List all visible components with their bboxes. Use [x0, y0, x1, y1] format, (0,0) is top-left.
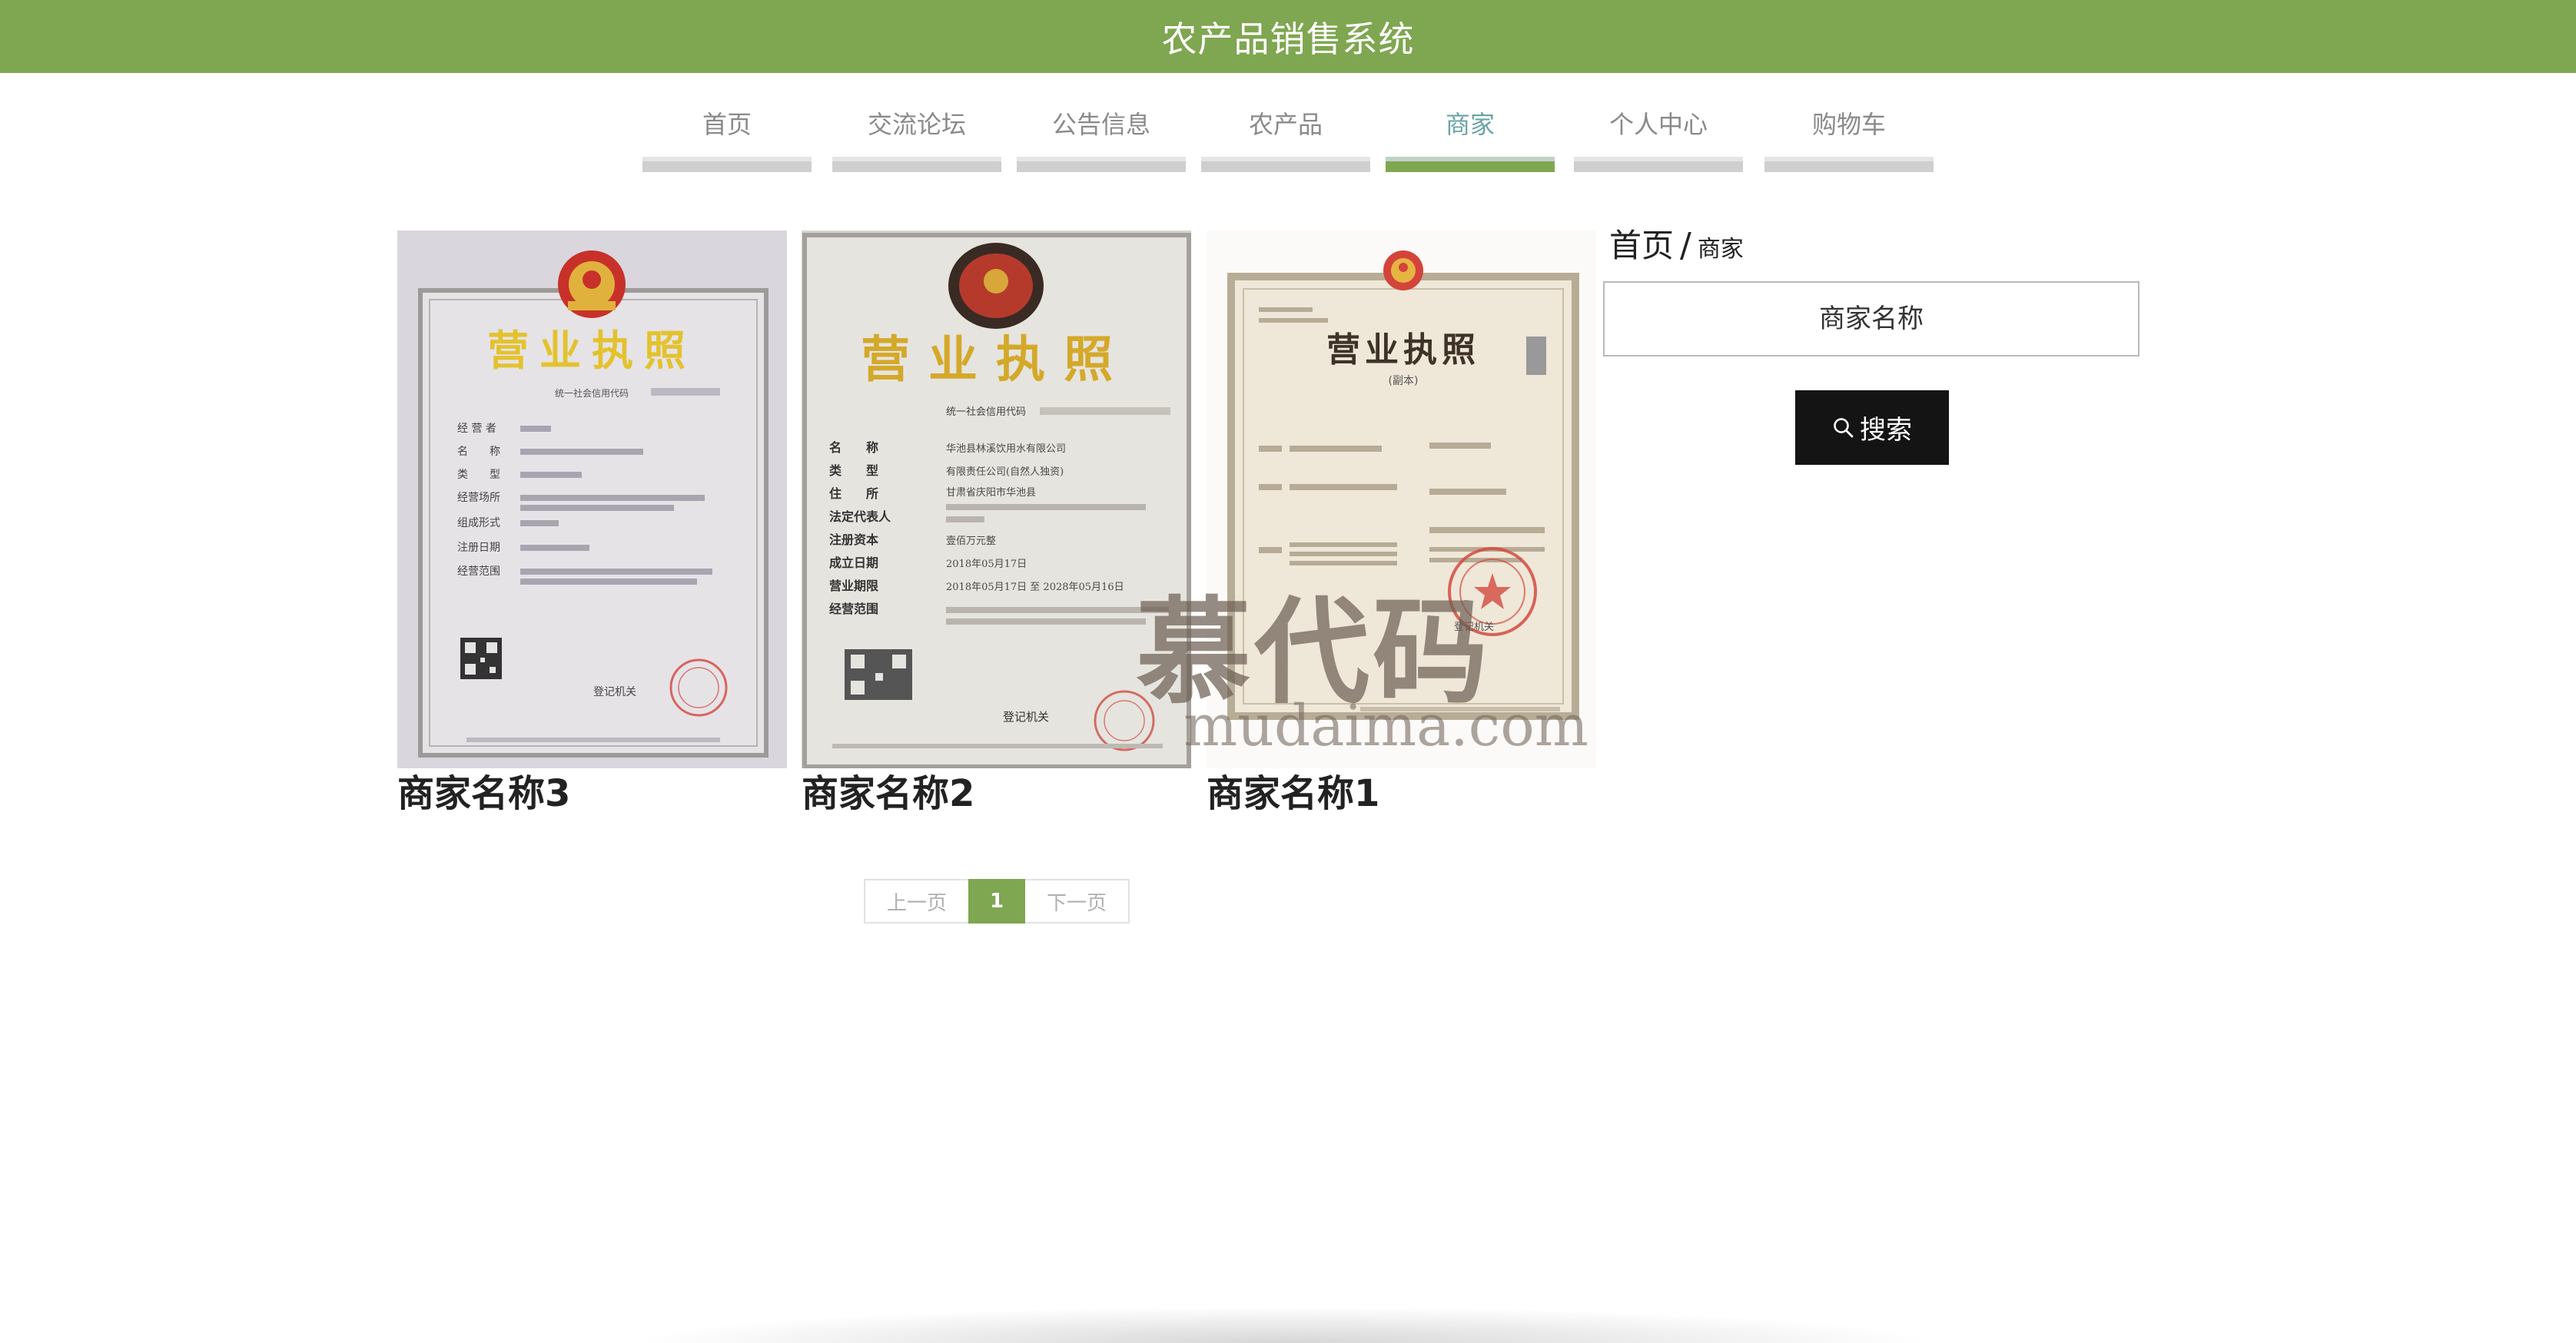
national-emblem-icon: [1383, 250, 1423, 290]
svg-text:2018年05月17日: 2018年05月17日: [946, 559, 1027, 570]
national-emblem-icon: [948, 243, 1044, 329]
svg-text:登记机关: 登记机关: [593, 686, 636, 698]
svg-text:(副本): (副本): [1389, 375, 1419, 387]
svg-text:有限责任公司(自然人独资): 有限责任公司(自然人独资): [946, 466, 1064, 478]
merchant-card[interactable]: 营业执照 统一社会信用代码 经 营 者 名 称 类 型 经营场所 组成形式 注册…: [397, 230, 787, 819]
svg-text:经营范围: 经营范围: [829, 602, 878, 616]
breadcrumb-home[interactable]: 首页: [1609, 227, 1674, 264]
svg-text:壹佰万元整: 壹佰万元整: [946, 536, 996, 547]
nav-item-cart[interactable]: 购物车: [1764, 92, 1934, 172]
qr-code-icon: [460, 638, 502, 679]
nav-underline: [1574, 157, 1743, 172]
merchant-name[interactable]: 商家名称2: [802, 768, 1191, 819]
nav-label: 交流论坛: [867, 110, 966, 139]
svg-text:营业期限: 营业期限: [829, 579, 879, 593]
business-license-image[interactable]: 营业执照 统一社会信用代码 名 称 类 型 住 所 法定代表人 注册资本 成立日…: [802, 230, 1191, 768]
watermark-url: mudaima.com: [1183, 693, 1588, 759]
svg-text:组成形式: 组成形式: [457, 517, 500, 529]
svg-text:注册日期: 注册日期: [457, 542, 500, 554]
svg-text:登记机关: 登记机关: [1003, 710, 1049, 724]
nav-underline: [1201, 157, 1370, 172]
breadcrumb-separator: /: [1680, 226, 1691, 265]
nav-item-forum[interactable]: 交流论坛: [832, 92, 1001, 172]
nav-underline: [1017, 157, 1186, 172]
merchant-name[interactable]: 商家名称1: [1207, 768, 1596, 819]
nav-label: 首页: [702, 110, 752, 139]
nav-underline: [832, 157, 1001, 172]
nav-item-announcements[interactable]: 公告信息: [1017, 92, 1186, 172]
qr-code-icon: [845, 649, 912, 700]
search-button-label: 搜索: [1860, 415, 1912, 446]
search-icon: [1834, 417, 1854, 437]
svg-text:经营范围: 经营范围: [457, 565, 500, 578]
nav-item-products[interactable]: 农产品: [1201, 92, 1370, 172]
svg-text:成立日期: 成立日期: [829, 555, 878, 570]
breadcrumb-current: 商家: [1697, 236, 1744, 263]
nav-label: 个人中心: [1608, 110, 1708, 139]
app-header: 农产品销售系统: [0, 0, 2576, 73]
nav-item-home[interactable]: 首页: [642, 92, 812, 172]
merchant-card[interactable]: 营业执照 统一社会信用代码 名 称 类 型 住 所 法定代表人 注册资本 成立日…: [802, 230, 1191, 819]
breadcrumb: 首页 / 商家: [1609, 220, 1744, 267]
svg-text:住 所: 住 所: [829, 486, 878, 501]
pagination: 上一页 1 下一页: [864, 879, 1130, 924]
search-button[interactable]: 搜索: [1795, 390, 1949, 465]
svg-text:注册资本: 注册资本: [829, 532, 878, 547]
prev-page-button[interactable]: 上一页: [864, 879, 968, 924]
national-emblem-icon: [558, 250, 626, 318]
bottom-shadow: [630, 1306, 1937, 1343]
nav-label: 商家: [1445, 110, 1495, 139]
svg-text:甘肃省庆阳市华池县: 甘肃省庆阳市华池县: [946, 486, 1036, 499]
nav-underline: [642, 157, 812, 172]
svg-text:华池县林溪饮用水有限公司: 华池县林溪饮用水有限公司: [946, 443, 1066, 455]
svg-text:法定代表人: 法定代表人: [829, 509, 891, 524]
svg-text:2018年05月17日 至 2028年05月16日: 2018年05月17日 至 2028年05月16日: [946, 582, 1124, 593]
nav-item-merchants[interactable]: 商家: [1386, 92, 1555, 172]
svg-text:名 称: 名 称: [457, 446, 500, 458]
nav-underline: [1764, 157, 1934, 172]
nav-item-profile[interactable]: 个人中心: [1574, 92, 1743, 172]
business-license-image[interactable]: 营业执照 统一社会信用代码 经 营 者 名 称 类 型 经营场所 组成形式 注册…: [397, 230, 787, 768]
app-title: 农产品销售系统: [1161, 18, 1415, 60]
nav-underline-active: [1386, 157, 1555, 172]
merchant-name-search-input[interactable]: [1603, 281, 2139, 356]
svg-text:统一社会信用代码: 统一社会信用代码: [946, 406, 1026, 418]
license-heading: 营业执照: [1326, 330, 1480, 370]
svg-text:类 型: 类 型: [829, 463, 878, 478]
license-heading: 营业执照: [861, 331, 1131, 389]
nav-label: 公告信息: [1051, 110, 1150, 139]
next-page-button[interactable]: 下一页: [1025, 879, 1130, 924]
merchant-name[interactable]: 商家名称3: [397, 768, 787, 819]
svg-text:经 营 者: 经 营 者: [457, 423, 496, 435]
svg-text:名 称: 名 称: [829, 440, 878, 455]
nav-label: 农产品: [1248, 110, 1323, 139]
license-heading: 营业执照: [487, 326, 696, 375]
svg-text:经营场所: 经营场所: [457, 492, 500, 504]
page-number-current[interactable]: 1: [968, 879, 1025, 924]
nav-label: 购物车: [1811, 110, 1886, 139]
svg-text:统一社会信用代码: 统一社会信用代码: [555, 387, 629, 399]
svg-text:类 型: 类 型: [457, 469, 500, 481]
main-nav: 首页 交流论坛 公告信息 农产品 商家 个人中心 购物车: [0, 92, 2576, 174]
